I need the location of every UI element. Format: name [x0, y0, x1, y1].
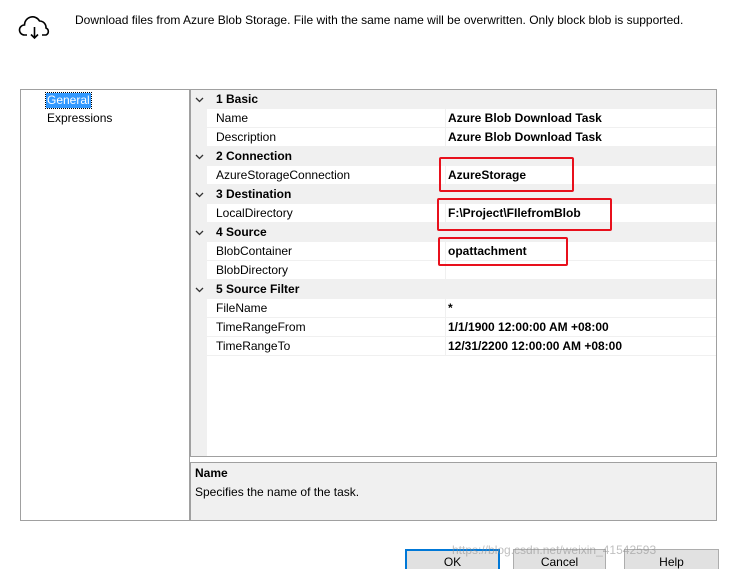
- chevron-down-icon[interactable]: [195, 228, 204, 237]
- nav-item-expressions[interactable]: Expressions: [46, 111, 113, 126]
- category-label: 3 Destination: [216, 187, 292, 201]
- chevron-down-icon[interactable]: [195, 190, 204, 199]
- column-divider: [445, 299, 446, 318]
- category-label: 4 Source: [216, 225, 267, 239]
- row-divider: [207, 355, 716, 356]
- description-text: Specifies the name of the task.: [195, 485, 360, 499]
- chevron-down-icon[interactable]: [195, 285, 204, 294]
- chevron-down-icon[interactable]: [195, 95, 204, 104]
- nav-panel: General Expressions: [20, 89, 190, 521]
- column-divider: [445, 318, 446, 337]
- category-label: 1 Basic: [216, 92, 259, 106]
- highlight-box-connection: [439, 157, 574, 192]
- property-value[interactable]: *: [448, 301, 453, 315]
- column-divider: [445, 109, 446, 128]
- category-basic[interactable]: 1 Basic: [191, 90, 716, 109]
- highlight-box-local-directory: [437, 198, 612, 231]
- highlight-box-blob-container: [438, 237, 568, 266]
- category-label: 5 Source Filter: [216, 282, 300, 296]
- property-value[interactable]: 1/1/1900 12:00:00 AM +08:00: [448, 320, 609, 334]
- property-row-name[interactable]: Name Azure Blob Download Task: [191, 109, 716, 128]
- chevron-down-icon[interactable]: [195, 152, 204, 161]
- column-divider: [445, 337, 446, 356]
- column-divider: [445, 128, 446, 147]
- property-row-time-range-to[interactable]: TimeRangeTo 12/31/2200 12:00:00 AM +08:0…: [191, 337, 716, 356]
- property-value[interactable]: Azure Blob Download Task: [448, 130, 602, 144]
- property-value[interactable]: 12/31/2200 12:00:00 AM +08:00: [448, 339, 622, 353]
- watermark-text: https://blog.csdn.net/weixin_41542593: [452, 543, 657, 557]
- category-source-filter[interactable]: 5 Source Filter: [191, 280, 716, 299]
- property-grid: 1 Basic Name Azure Blob Download Task De…: [190, 89, 717, 457]
- category-label: 2 Connection: [216, 149, 293, 163]
- property-value[interactable]: Azure Blob Download Task: [448, 111, 602, 125]
- property-description-panel: Name Specifies the name of the task.: [190, 462, 717, 521]
- dialog-window: Download files from Azure Blob Storage. …: [0, 0, 730, 569]
- property-row-file-name[interactable]: FileName *: [191, 299, 716, 318]
- task-description-header: Download files from Azure Blob Storage. …: [75, 13, 684, 27]
- nav-item-general[interactable]: General: [45, 92, 92, 109]
- property-row-description[interactable]: Description Azure Blob Download Task: [191, 128, 716, 147]
- cloud-download-icon: [18, 16, 50, 40]
- property-row-time-range-from[interactable]: TimeRangeFrom 1/1/1900 12:00:00 AM +08:0…: [191, 318, 716, 337]
- description-title: Name: [195, 466, 228, 480]
